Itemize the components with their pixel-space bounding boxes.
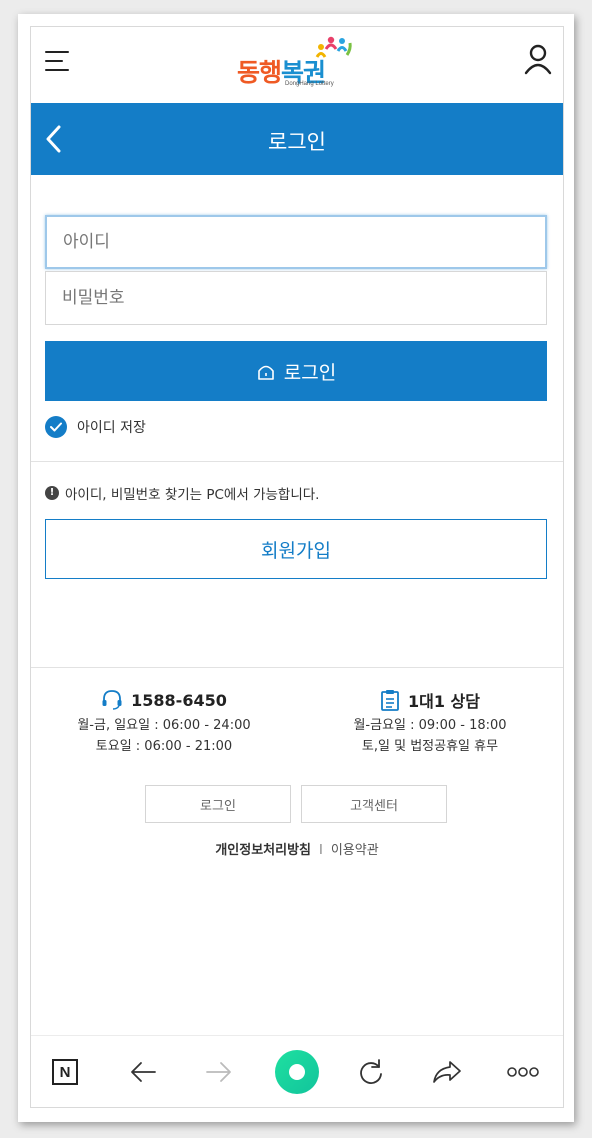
remember-id-label: 아이디 저장 bbox=[77, 420, 146, 436]
headset-icon bbox=[102, 690, 122, 710]
green-dot-icon[interactable] bbox=[275, 1050, 319, 1094]
arrow-left-icon[interactable] bbox=[125, 1054, 161, 1090]
more-icon[interactable] bbox=[505, 1054, 541, 1090]
counsel-contact: 1대1 상담 월-금요일 : 09:00 - 18:00 토,일 및 법정공휴일… bbox=[297, 687, 563, 754]
title-bar: 로그인 bbox=[31, 103, 563, 175]
clipboard-icon[interactable] bbox=[380, 689, 400, 711]
remember-id-checkbox[interactable]: 아이디 저장 bbox=[45, 415, 146, 439]
id-input[interactable] bbox=[47, 217, 545, 267]
info-icon: ! bbox=[45, 486, 59, 500]
page-title: 로그인 bbox=[268, 130, 326, 154]
user-icon[interactable] bbox=[523, 43, 553, 75]
lock-icon bbox=[257, 365, 274, 380]
login-button-label: 로그인 bbox=[283, 361, 337, 384]
screenshot-frame: 동행복권 DongHang Lottery 로그인 아이디 로그인 아이디 저장… bbox=[18, 14, 574, 1122]
notice-text: 아이디, 비밀번호 찾기는 PC에서 가능합니다. bbox=[65, 487, 320, 503]
arrow-right-icon[interactable] bbox=[201, 1054, 237, 1090]
phone-hours-weekday: 월-금, 일요일 : 06:00 - 24:00 bbox=[77, 718, 251, 733]
terms-link[interactable]: 이용약관 bbox=[331, 843, 379, 858]
find-account-notice: ! 아이디, 비밀번호 찾기는 PC에서 가능합니다. bbox=[45, 483, 319, 503]
phone-contact: 1588-6450 월-금, 일요일 : 06:00 - 24:00 토요일 :… bbox=[31, 687, 297, 754]
phone-screen: 동행복권 DongHang Lottery 로그인 아이디 로그인 아이디 저장… bbox=[30, 26, 564, 1108]
divider bbox=[31, 667, 563, 668]
phone-number[interactable]: 1588-6450 bbox=[131, 691, 227, 710]
id-field[interactable] bbox=[45, 215, 547, 269]
divider bbox=[31, 461, 563, 462]
privacy-policy-link[interactable]: 개인정보처리방침 bbox=[215, 843, 311, 858]
browser-toolbar: N bbox=[31, 1035, 563, 1107]
phone-hours-saturday: 토요일 : 06:00 - 21:00 bbox=[95, 739, 233, 754]
counsel-hours-weekday: 월-금요일 : 09:00 - 18:00 bbox=[353, 718, 507, 733]
link-separator: I bbox=[319, 843, 323, 858]
footer-links: 개인정보처리방침 I 이용약관 bbox=[31, 839, 563, 858]
top-header: 동행복권 DongHang Lottery bbox=[31, 27, 563, 103]
counsel-closed-days: 토,일 및 법정공휴일 휴무 bbox=[361, 739, 499, 754]
footer-support-button[interactable]: 고객센터 bbox=[301, 785, 447, 823]
counsel-title[interactable]: 1대1 상담 bbox=[408, 688, 480, 712]
check-icon bbox=[45, 416, 67, 438]
menu-icon[interactable] bbox=[45, 51, 71, 73]
signup-button[interactable]: 회원가입 bbox=[45, 519, 547, 579]
refresh-icon[interactable] bbox=[353, 1054, 389, 1090]
naver-home-letter: N bbox=[52, 1059, 78, 1085]
logo-subtitle: DongHang Lottery bbox=[285, 81, 334, 87]
footer-login-button[interactable]: 로그인 bbox=[145, 785, 291, 823]
login-button[interactable]: 로그인 bbox=[45, 341, 547, 401]
password-field[interactable] bbox=[45, 271, 547, 325]
signup-button-label: 회원가입 bbox=[261, 539, 331, 562]
password-input[interactable] bbox=[46, 272, 546, 324]
donghang-lottery-logo[interactable]: 동행복권 DongHang Lottery bbox=[237, 35, 357, 93]
naver-home-icon[interactable]: N bbox=[47, 1054, 83, 1090]
share-icon[interactable] bbox=[429, 1054, 465, 1090]
